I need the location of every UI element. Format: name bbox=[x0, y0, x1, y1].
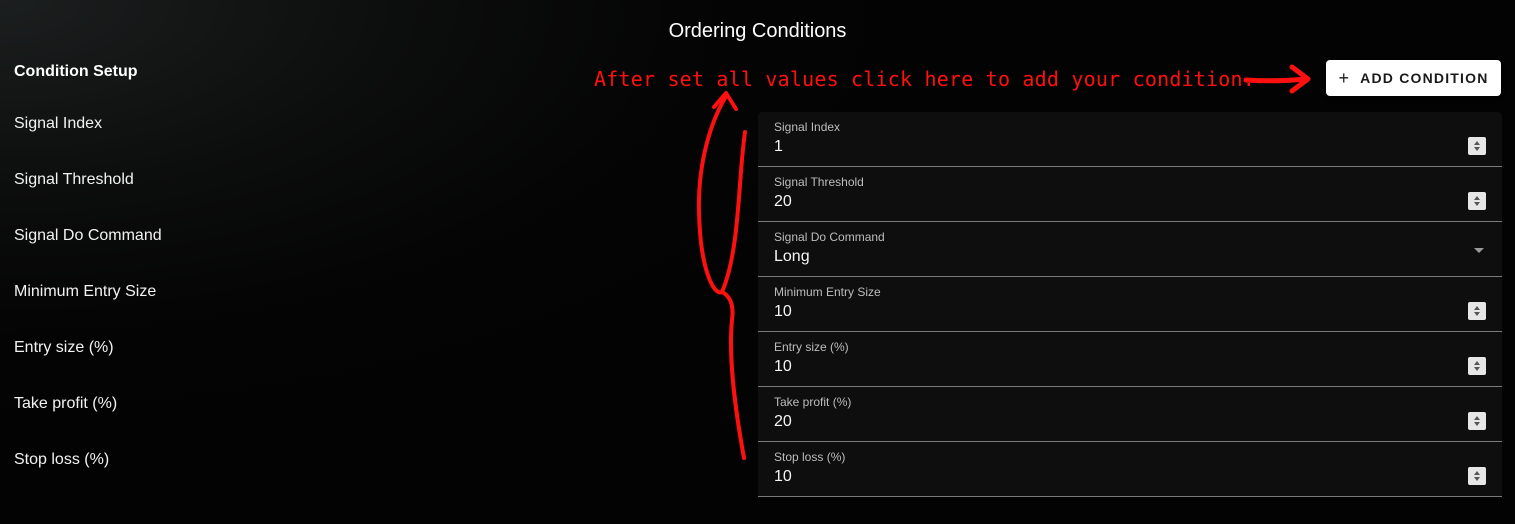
page-title: Ordering Conditions bbox=[668, 20, 847, 42]
add-condition-label: ADD CONDITION bbox=[1360, 70, 1489, 86]
stop-loss-field-label: Stop loss (%) bbox=[774, 450, 846, 464]
entry-size-input[interactable]: 10 bbox=[774, 358, 792, 376]
number-spinner-icon[interactable] bbox=[1468, 357, 1486, 375]
signal-do-command-select[interactable]: Long bbox=[774, 248, 810, 266]
annotation-brace bbox=[696, 96, 746, 460]
annotation-arrowhead-up bbox=[712, 91, 738, 111]
label-signal-index: Signal Index bbox=[14, 115, 103, 132]
dropdown-arrow-icon[interactable] bbox=[1474, 248, 1484, 253]
label-signal-do-command: Signal Do Command bbox=[14, 227, 162, 244]
entry-size-field-label: Entry size (%) bbox=[774, 340, 849, 354]
signal-threshold-field[interactable]: Signal Threshold 20 bbox=[758, 167, 1502, 222]
take-profit-field[interactable]: Take profit (%) 20 bbox=[758, 387, 1502, 442]
signal-do-command-field[interactable]: Signal Do Command Long bbox=[758, 222, 1502, 277]
signal-threshold-input[interactable]: 20 bbox=[774, 193, 792, 211]
minimum-entry-size-field[interactable]: Minimum Entry Size 10 bbox=[758, 277, 1502, 332]
number-spinner-icon[interactable] bbox=[1468, 467, 1486, 485]
number-spinner-icon[interactable] bbox=[1468, 192, 1486, 210]
entry-size-field[interactable]: Entry size (%) 10 bbox=[758, 332, 1502, 387]
signal-index-input[interactable]: 1 bbox=[774, 138, 783, 156]
signal-threshold-field-label: Signal Threshold bbox=[774, 175, 864, 189]
signal-index-field-label: Signal Index bbox=[774, 120, 841, 134]
annotation-arrowhead-right bbox=[1289, 64, 1311, 94]
label-minimum-entry-size: Minimum Entry Size bbox=[14, 283, 157, 300]
take-profit-field-label: Take profit (%) bbox=[774, 395, 852, 409]
take-profit-input[interactable]: 20 bbox=[774, 413, 792, 431]
label-entry-size: Entry size (%) bbox=[14, 339, 114, 356]
label-take-profit: Take profit (%) bbox=[14, 395, 118, 412]
annotation-brace-upper bbox=[720, 130, 747, 294]
add-condition-button[interactable]: + ADD CONDITION bbox=[1326, 60, 1501, 96]
label-stop-loss: Stop loss (%) bbox=[14, 451, 110, 468]
number-spinner-icon[interactable] bbox=[1468, 302, 1486, 320]
signal-do-command-field-label: Signal Do Command bbox=[774, 230, 885, 244]
condition-form: Signal Index 1 Signal Threshold 20 Signa… bbox=[758, 112, 1502, 497]
number-spinner-icon[interactable] bbox=[1468, 137, 1486, 155]
stop-loss-input[interactable]: 10 bbox=[774, 468, 792, 486]
condition-setup-title: Condition Setup bbox=[14, 63, 138, 80]
signal-index-field[interactable]: Signal Index 1 bbox=[758, 112, 1502, 167]
annotation-text: After set all values click here to add y… bbox=[594, 67, 1256, 91]
label-signal-threshold: Signal Threshold bbox=[14, 171, 134, 188]
stop-loss-field[interactable]: Stop loss (%) 10 bbox=[758, 442, 1502, 497]
plus-icon: + bbox=[1338, 68, 1351, 88]
minimum-entry-size-input[interactable]: 10 bbox=[774, 303, 792, 321]
minimum-entry-size-field-label: Minimum Entry Size bbox=[774, 285, 881, 299]
number-spinner-icon[interactable] bbox=[1468, 412, 1486, 430]
